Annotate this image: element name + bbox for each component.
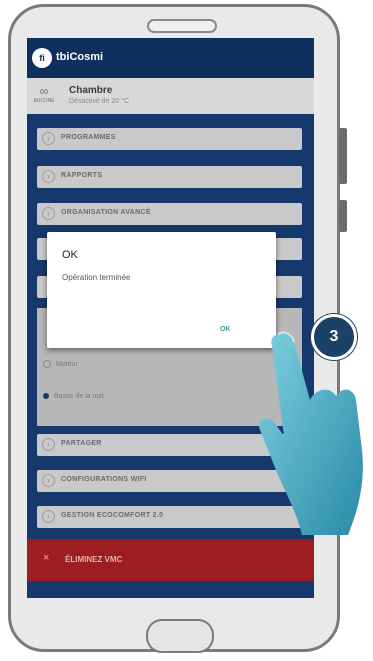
radio-selected-icon: [43, 393, 49, 400]
menu-item-label: PROGRAMMES: [61, 134, 116, 141]
volume-button[interactable]: [339, 128, 347, 184]
dialog-title: OK: [62, 249, 78, 261]
confirmation-dialog: OK Opération terminée: [47, 232, 276, 348]
home-button[interactable]: [146, 619, 214, 653]
option-label: Moteur: [56, 360, 78, 368]
room-name: Chambre: [69, 85, 113, 96]
delete-vmc-button[interactable]: × ÉLIMINEZ VMC: [27, 539, 314, 581]
option-row[interactable]: Basse de la nuit: [43, 393, 104, 400]
option-label: Basse de la nuit: [54, 393, 104, 400]
chevron-icon: ›: [42, 170, 55, 183]
option-row[interactable]: Moteur: [43, 360, 78, 368]
chevron-icon: ›: [42, 132, 55, 145]
chevron-icon: ›: [42, 207, 55, 220]
dialog-message: Opération terminée: [62, 273, 131, 282]
delete-label: ÉLIMINEZ VMC: [65, 555, 123, 564]
room-header[interactable]: ∞ AUCUNE Chambre Désactivé de 20 °C: [27, 78, 314, 114]
room-icon: ∞ AUCUNE: [33, 84, 55, 104]
chevron-icon: ›: [42, 474, 55, 487]
menu-item-programmes[interactable]: › PROGRAMMES: [37, 128, 302, 150]
earpiece: [147, 19, 217, 33]
app-header: fi tbiCosmi: [27, 38, 314, 78]
app-name: tbiCosmi: [56, 51, 104, 63]
menu-item-rapports[interactable]: › RAPPORTS: [37, 166, 302, 188]
menu-item-organisation[interactable]: › ORGANISATION AVANCÉ: [37, 203, 302, 225]
chevron-icon: ›: [42, 510, 55, 523]
radio-unselected-icon: [43, 360, 51, 368]
menu-item-label: PARTAGER: [61, 440, 102, 447]
dialog-ok-button[interactable]: OK: [220, 326, 231, 333]
power-button[interactable]: [339, 200, 347, 232]
room-icon-label: AUCUNE: [33, 98, 55, 104]
close-icon: ×: [43, 552, 50, 564]
logo-icon: fi: [32, 48, 52, 68]
menu-item-label: GESTION ECOCOMFORT 2.0: [61, 512, 164, 519]
step-badge: 3: [311, 314, 357, 360]
menu-item-label: RAPPORTS: [61, 172, 103, 179]
pointing-hand-icon: [259, 331, 363, 535]
chevron-icon: ›: [42, 438, 55, 451]
menu-item-label: ORGANISATION AVANCÉ: [61, 209, 151, 216]
menu-item-label: CONFIGURATIONS WIFI: [61, 476, 147, 483]
room-status: Désactivé de 20 °C: [69, 98, 129, 105]
